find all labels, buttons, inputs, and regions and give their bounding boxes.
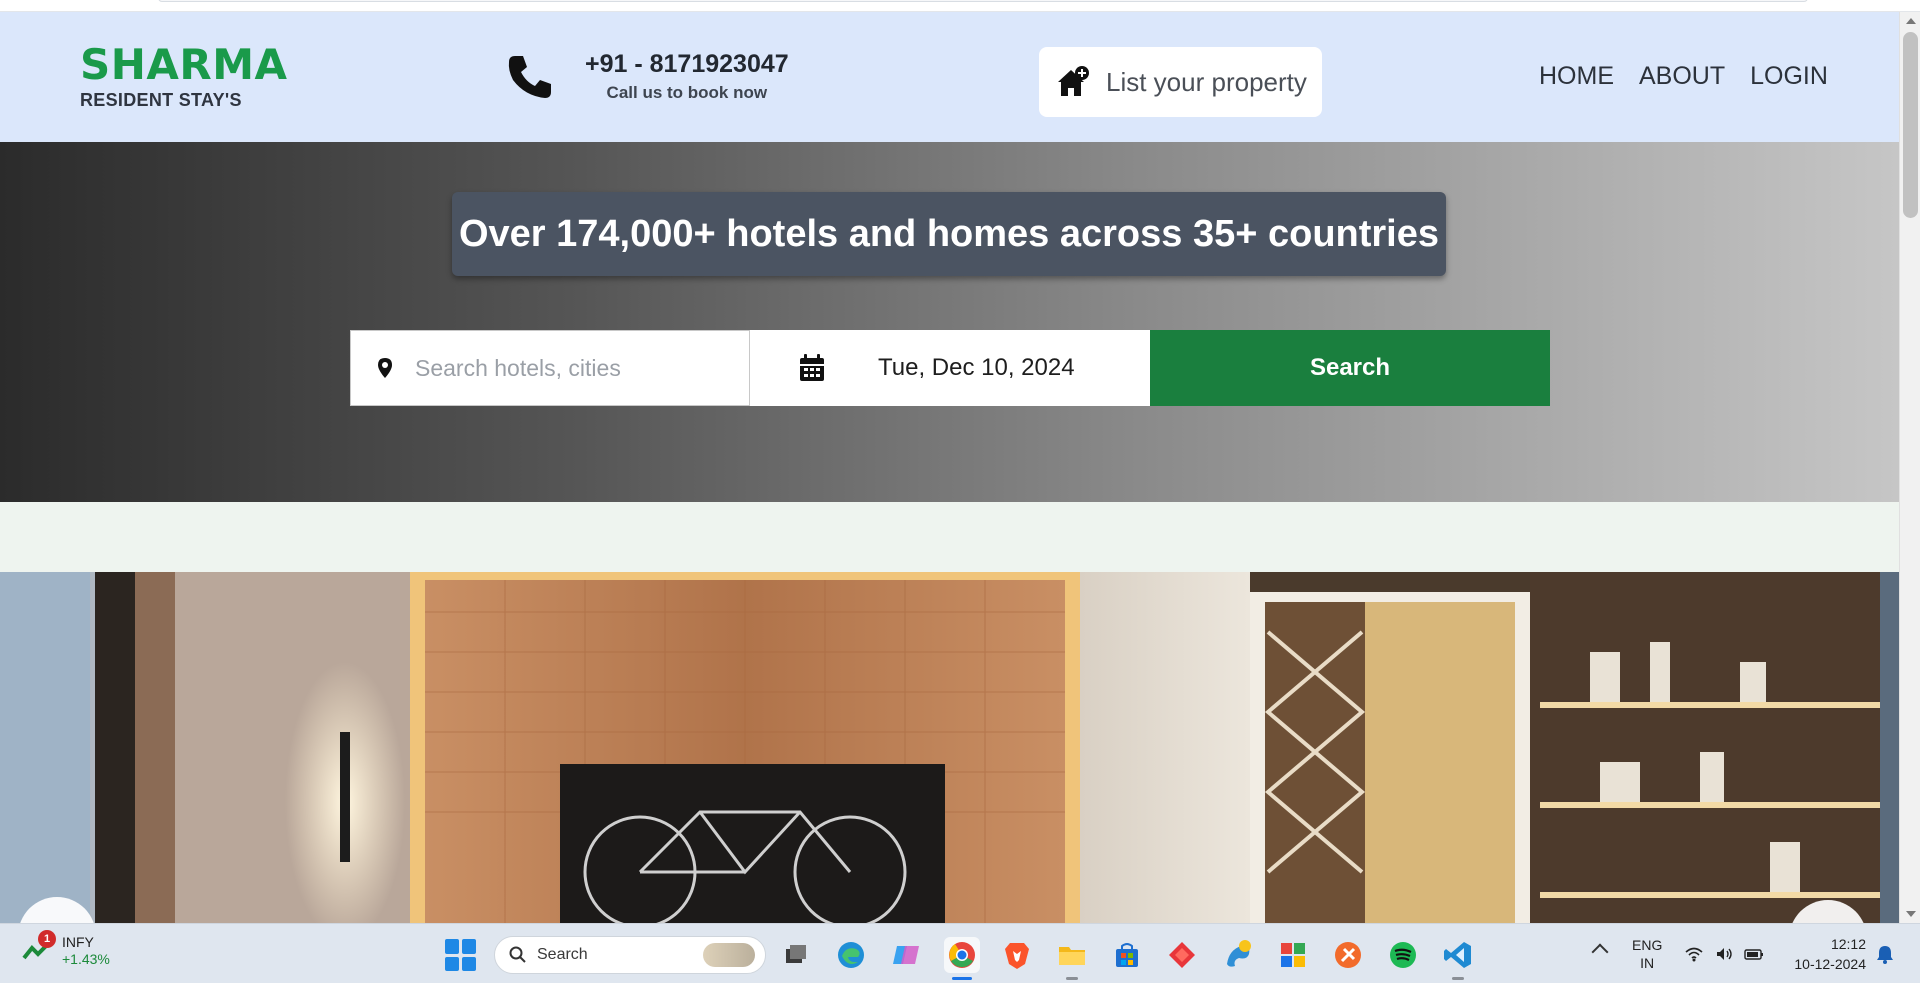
paint-app-icon[interactable] — [1220, 937, 1256, 973]
copilot-icon[interactable] — [888, 937, 924, 973]
page-viewport: SHARMA RESIDENT STAY'S +91 - 8171923047 … — [0, 12, 1899, 923]
taskbar-search-label: Search — [537, 946, 588, 963]
windows-start-button[interactable] — [445, 939, 477, 971]
nav-home[interactable]: HOME — [1539, 62, 1614, 91]
spotify-icon[interactable] — [1385, 937, 1421, 973]
address-bar-edge — [158, 0, 1808, 2]
red-diamond-app-icon[interactable] — [1164, 937, 1200, 973]
nav-about[interactable]: ABOUT — [1639, 62, 1725, 91]
file-explorer-icon[interactable] — [1054, 937, 1090, 980]
nav-login[interactable]: LOGIN — [1750, 62, 1828, 91]
brand-subtitle: RESIDENT STAY'S — [80, 90, 242, 110]
volume-icon[interactable] — [1714, 944, 1734, 964]
orange-app-icon[interactable] — [1330, 937, 1366, 973]
chrome-icon[interactable] — [944, 937, 980, 980]
brand-logo[interactable]: SHARMA RESIDENT STAY'S — [80, 42, 288, 111]
phone-caption: Call us to book now — [606, 83, 768, 102]
system-clock[interactable]: 12:12 10-12-2024 — [1786, 934, 1866, 974]
task-view-button[interactable] — [778, 937, 814, 973]
search-input[interactable] — [415, 354, 735, 382]
clock-date: 10-12-2024 — [1794, 956, 1866, 972]
map-pin-icon — [378, 358, 392, 378]
scroll-up-arrow[interactable] — [1906, 18, 1916, 24]
search-button-label: Search — [1309, 354, 1391, 381]
calendar-icon — [800, 354, 824, 381]
wifi-icon[interactable] — [1684, 944, 1704, 964]
phone-icon — [508, 55, 551, 98]
site-header: SHARMA RESIDENT STAY'S +91 - 8171923047 … — [0, 12, 1899, 142]
search-bar: Tue, Dec 10, 2024 Search — [350, 330, 1550, 406]
contact-phone: +91 - 8171923047 Call us to book now — [505, 50, 789, 103]
hero-title: Over 174,000+ hotels and homes across 35… — [458, 212, 1440, 255]
search-icon — [509, 946, 526, 963]
windows-taskbar: 1 INFY +1.43% Search ENG IN 12:12 10-12-… — [0, 923, 1920, 983]
hero-title-box: Over 174,000+ hotels and homes across 35… — [452, 192, 1446, 276]
list-property-label: List your property — [1106, 66, 1307, 97]
list-property-button[interactable]: List your property — [1039, 47, 1322, 117]
clock-time: 12:12 — [1830, 936, 1866, 952]
stock-chart-icon: 1 — [22, 930, 56, 964]
system-tray — [1684, 944, 1764, 964]
scroll-down-arrow[interactable] — [1906, 911, 1916, 917]
hotel-interior-photo — [0, 572, 1899, 923]
chevron-up-icon[interactable] — [1591, 943, 1609, 961]
stock-widget[interactable]: 1 INFY +1.43% — [22, 930, 110, 968]
date-picker-field[interactable]: Tue, Dec 10, 2024 — [750, 330, 1150, 406]
hotel-photo-slider — [0, 572, 1899, 923]
battery-icon[interactable] — [1744, 944, 1764, 964]
taskbar-search[interactable]: Search — [494, 936, 766, 974]
edge-icon[interactable] — [833, 937, 869, 973]
date-value: Tue, Dec 10, 2024 — [878, 354, 1075, 381]
hero-banner: Over 174,000+ hotels and homes across 35… — [0, 142, 1899, 502]
brand-name: SHARMA — [80, 40, 288, 89]
brave-icon[interactable] — [999, 937, 1035, 973]
vscode-icon[interactable] — [1440, 937, 1476, 980]
language-code: ENG — [1632, 937, 1663, 953]
app-grid-icon[interactable] — [1275, 937, 1311, 973]
stock-name: INFY — [62, 934, 94, 950]
browser-top-strip — [0, 0, 1920, 12]
notification-bell-icon[interactable] — [1876, 944, 1894, 964]
page-scrollbar[interactable] — [1899, 12, 1920, 923]
region-code: IN — [1640, 955, 1655, 971]
phone-number[interactable]: +91 - 8171923047 — [585, 50, 789, 79]
search-button[interactable]: Search — [1150, 330, 1550, 406]
scroll-thumb[interactable] — [1903, 32, 1918, 218]
search-highlight-image — [703, 943, 755, 967]
main-nav: HOME ABOUT LOGIN — [1539, 62, 1828, 91]
stock-change: +1.43% — [62, 951, 110, 967]
language-indicator[interactable]: ENG IN — [1632, 936, 1662, 972]
notification-badge: 1 — [38, 930, 56, 948]
microsoft-store-icon[interactable] — [1109, 937, 1145, 973]
location-search-field[interactable] — [350, 330, 750, 406]
house-add-icon — [1058, 66, 1089, 96]
